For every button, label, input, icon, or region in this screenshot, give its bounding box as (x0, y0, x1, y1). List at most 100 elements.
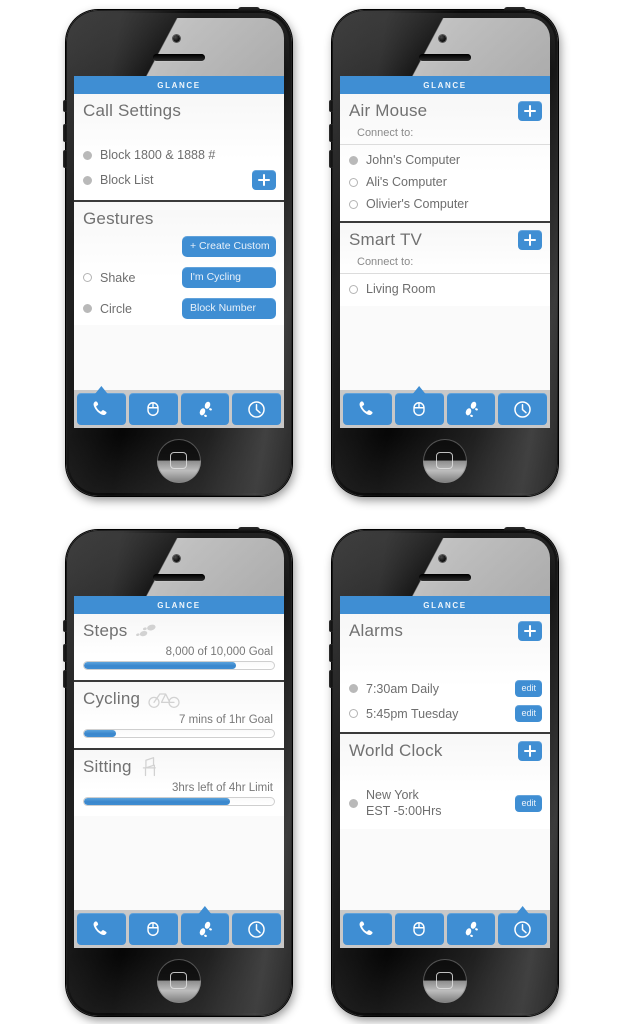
silent-switch[interactable] (63, 620, 67, 632)
silent-switch[interactable] (329, 100, 333, 112)
radio-icon[interactable] (349, 684, 358, 693)
card-smart-tv: Smart TV Connect to: Living Room (340, 223, 550, 306)
list-item[interactable]: 5:45pm Tuesday edit (340, 701, 550, 726)
list-item-label: Block 1800 & 1888 # (100, 148, 216, 162)
volume-down-button[interactable] (329, 670, 333, 688)
radio-icon[interactable] (83, 304, 92, 313)
radio-icon[interactable] (349, 199, 358, 209)
radio-icon[interactable] (349, 799, 358, 809)
edit-alarm-button[interactable]: edit (515, 680, 542, 697)
connect-to-label: Connect to: (340, 255, 550, 274)
volume-up-button[interactable] (329, 124, 333, 142)
tab-mouse[interactable] (394, 913, 444, 945)
screen-content: Steps 8,000 of 10,000 Goal Cycling 7 min… (74, 614, 284, 948)
list-item[interactable]: Olivier's Computer (340, 193, 550, 215)
screen-gloss (74, 18, 284, 76)
card-gestures: Gestures + Create Custom Shake I'm Cycli… (74, 202, 284, 325)
list-item[interactable]: John's Computer (340, 149, 550, 171)
gesture-row[interactable]: Circle Block Number (74, 296, 284, 321)
tab-steps[interactable] (446, 913, 496, 945)
radio-icon[interactable] (83, 175, 92, 185)
silent-switch[interactable] (329, 620, 333, 632)
gesture-action-button[interactable]: I'm Cycling (182, 267, 276, 288)
tab-clock[interactable] (498, 393, 547, 425)
radio-icon[interactable] (83, 150, 92, 160)
add-smart-tv-button[interactable] (518, 230, 542, 250)
phone-icon (359, 921, 373, 936)
active-tab-notch (411, 386, 428, 396)
tab-steps[interactable] (180, 393, 230, 425)
add-alarm-button[interactable] (518, 621, 542, 641)
home-button[interactable] (157, 439, 201, 483)
volume-down-button[interactable] (63, 670, 67, 688)
power-button[interactable] (238, 7, 260, 12)
power-button[interactable] (504, 7, 526, 12)
tab-clock[interactable] (232, 913, 281, 945)
mouse-icon (147, 402, 159, 416)
card-title: Gestures (83, 209, 154, 229)
power-button[interactable] (238, 527, 260, 532)
edit-world-clock-button[interactable]: edit (515, 795, 542, 813)
list-item[interactable]: Block 1800 & 1888 # (74, 144, 284, 166)
screen-phone1: GLANCE Call Settings Block 1800 & 1888 # (74, 76, 284, 428)
connect-to-label: Connect to: (340, 126, 550, 145)
tab-phone[interactable] (77, 913, 126, 945)
tab-steps[interactable] (180, 906, 230, 945)
radio-icon[interactable] (349, 177, 358, 187)
volume-up-button[interactable] (329, 644, 333, 662)
edit-alarm-button[interactable]: edit (515, 705, 542, 722)
screen-content: Air Mouse Connect to: John's Computer Al… (340, 94, 550, 428)
radio-icon[interactable] (349, 284, 358, 294)
tab-steps[interactable] (446, 393, 496, 425)
card-title: Steps (83, 621, 128, 641)
power-button[interactable] (504, 527, 526, 532)
tab-phone[interactable] (343, 393, 392, 425)
volume-up-button[interactable] (63, 124, 67, 142)
footsteps-icon (199, 921, 212, 937)
add-air-mouse-button[interactable] (518, 101, 542, 121)
list-item[interactable]: Living Room (340, 278, 550, 300)
volume-down-button[interactable] (63, 150, 67, 168)
tab-phone[interactable] (343, 913, 392, 945)
add-world-clock-button[interactable] (518, 741, 542, 761)
list-item[interactable]: Block List (74, 166, 284, 194)
card-header: World Clock (340, 734, 550, 766)
radio-icon[interactable] (349, 155, 358, 165)
list-item[interactable]: 7:30am Daily edit (340, 676, 550, 701)
card-title: World Clock (349, 741, 443, 761)
tab-clock[interactable] (232, 393, 281, 425)
alarm-list: 7:30am Daily edit 5:45pm Tuesday edit (340, 672, 550, 728)
create-custom-gesture-button[interactable]: + Create Custom (182, 236, 276, 257)
radio-icon[interactable] (83, 273, 92, 282)
home-button[interactable] (423, 439, 467, 483)
screen-phone2: GLANCE Air Mouse Connect to: John's Comp… (340, 76, 550, 428)
volume-up-button[interactable] (63, 644, 67, 662)
tab-mouse[interactable] (128, 913, 178, 945)
gesture-action-button[interactable]: Block Number (182, 298, 276, 319)
tab-mouse[interactable] (128, 393, 178, 425)
add-block-list-button[interactable] (252, 170, 276, 190)
screen-content: Call Settings Block 1800 & 1888 # Block … (74, 94, 284, 428)
timezone-offset-label: EST -5:00Hrs (366, 803, 442, 818)
list-item[interactable]: Ali's Computer (340, 171, 550, 193)
progress-fill (84, 730, 117, 737)
home-button[interactable] (157, 959, 201, 1003)
card-title: Cycling (83, 689, 141, 709)
front-camera-icon (439, 35, 446, 42)
radio-icon[interactable] (349, 709, 358, 718)
tab-bar (74, 906, 284, 948)
tab-phone[interactable] (77, 386, 126, 425)
tab-bar (340, 906, 550, 948)
gesture-row[interactable]: Shake I'm Cycling (74, 265, 284, 290)
tab-clock[interactable] (498, 906, 547, 945)
silent-switch[interactable] (63, 100, 67, 112)
list-item[interactable]: New York EST -5:00Hrs edit (340, 784, 550, 823)
screen-phone3: GLANCE Steps 8,000 of 10,000 Goal Cyclin… (74, 596, 284, 948)
footsteps-icon (465, 921, 478, 937)
volume-down-button[interactable] (329, 150, 333, 168)
home-button[interactable] (423, 959, 467, 1003)
gesture-label: Circle (100, 301, 132, 316)
bicycle-icon (147, 689, 181, 709)
front-camera-icon (173, 35, 180, 42)
tab-mouse[interactable] (394, 386, 444, 425)
